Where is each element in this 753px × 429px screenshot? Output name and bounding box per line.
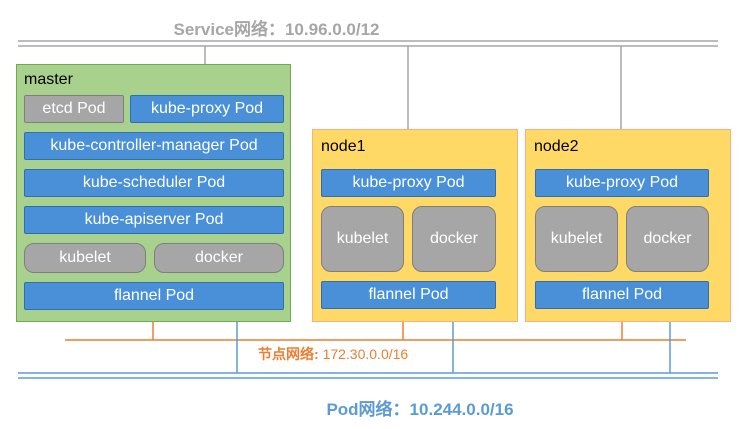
- node1-kube-proxy-pod: kube-proxy Pod: [321, 169, 496, 197]
- kube-apiserver-pod: kube-apiserver Pod: [24, 206, 284, 234]
- kube-controller-manager-pod: kube-controller-manager Pod: [24, 132, 284, 160]
- node1: node1 kube-proxy Pod kubelet docker flan…: [312, 129, 518, 322]
- master-kubelet: kubelet: [24, 243, 146, 273]
- node2-flannel-pod: flannel Pod: [535, 281, 709, 309]
- master-node: master etcd Pod kube-proxy Pod kube-cont…: [16, 64, 291, 322]
- node1-docker: docker: [412, 206, 496, 272]
- node1-title: node1: [321, 138, 366, 155]
- master-title: master: [24, 71, 73, 88]
- kube-scheduler-pod: kube-scheduler Pod: [24, 169, 284, 197]
- pod-network-label: Pod网络：10.244.0.0/16: [326, 400, 514, 419]
- master-flannel-pod: flannel Pod: [24, 282, 284, 310]
- node1-flannel-pod: flannel Pod: [321, 281, 496, 309]
- node-network-prefix: 节点网络:: [258, 346, 319, 362]
- node2-kube-proxy-pod: kube-proxy Pod: [535, 169, 709, 197]
- node1-kubelet: kubelet: [321, 206, 404, 272]
- master-kube-proxy-pod: kube-proxy Pod: [130, 95, 284, 123]
- etcd-pod: etcd Pod: [24, 95, 124, 123]
- node2-title: node2: [534, 138, 579, 155]
- node2: node2 kube-proxy Pod kubelet docker flan…: [525, 129, 731, 322]
- node2-kubelet: kubelet: [535, 206, 618, 272]
- node-network-label: 节点网络: 172.30.0.0/16: [258, 344, 408, 364]
- node2-docker: docker: [626, 206, 709, 272]
- node-network-cidr: 172.30.0.0/16: [322, 346, 409, 362]
- master-docker: docker: [154, 243, 284, 273]
